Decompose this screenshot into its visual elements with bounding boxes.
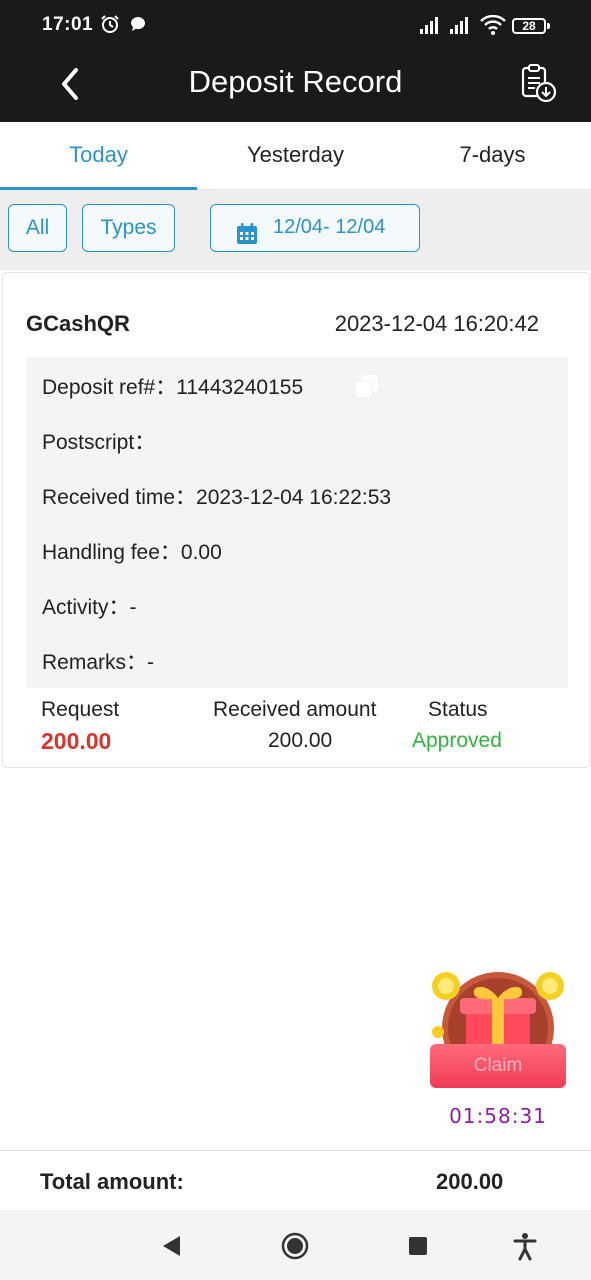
accessibility-icon bbox=[513, 1233, 537, 1261]
tab-today[interactable]: Today bbox=[0, 122, 197, 190]
filter-types-button[interactable]: Types bbox=[82, 204, 175, 252]
date-range-button[interactable]: 12/04- 12/04 bbox=[210, 204, 420, 252]
gift-claim-widget[interactable]: Claim 01:58:31 bbox=[426, 966, 570, 1136]
export-record-button[interactable] bbox=[516, 62, 560, 106]
claim-button[interactable]: Claim bbox=[430, 1044, 566, 1088]
total-value: 200.00 bbox=[436, 1169, 504, 1194]
status-time: 17:01 bbox=[42, 14, 94, 35]
deposit-record-card: GCashQR 2023-12-04 16:20:42 Deposit ref#… bbox=[2, 272, 590, 768]
tab-7-days[interactable]: 7-days bbox=[394, 122, 591, 189]
tab-yesterday[interactable]: Yesterday bbox=[197, 122, 394, 189]
battery-icon: 28 bbox=[512, 18, 550, 34]
nav-home-button[interactable] bbox=[279, 1230, 311, 1262]
nav-back-button[interactable] bbox=[156, 1230, 188, 1262]
chat-bubble-icon bbox=[128, 14, 148, 39]
nav-accessibility-button[interactable] bbox=[509, 1230, 541, 1262]
clipboard-download-icon bbox=[521, 64, 557, 103]
circle-home-icon bbox=[281, 1232, 309, 1260]
filter-bar: All Types 12/04- 12/04 bbox=[0, 190, 591, 270]
signal-2-icon bbox=[450, 16, 472, 34]
request-value: 200.00 bbox=[41, 728, 112, 754]
countdown-timer: 01:58:31 bbox=[449, 1104, 547, 1128]
triangle-back-icon bbox=[163, 1236, 180, 1256]
square-recents-icon bbox=[409, 1237, 427, 1255]
alarm-clock-icon bbox=[100, 14, 120, 39]
copy-icon[interactable] bbox=[352, 371, 382, 401]
payment-method: GCashQR bbox=[26, 311, 130, 336]
status-bar: 17:01 28 bbox=[0, 0, 591, 44]
page-title: Deposit Record bbox=[188, 64, 403, 99]
received-amount-label: Received amount bbox=[213, 698, 377, 721]
request-label: Request bbox=[41, 698, 120, 721]
app-header: Deposit Record bbox=[0, 44, 591, 122]
status-badge: Approved bbox=[412, 729, 502, 752]
created-time: 2023-12-04 16:20:42 bbox=[334, 311, 539, 336]
handling-fee: Handling fee：0.00 bbox=[42, 541, 222, 564]
record-details: Deposit ref#：11443240155 Postscript： Rec… bbox=[26, 357, 568, 688]
deposit-ref: Deposit ref#：11443240155 bbox=[42, 376, 304, 399]
status-label: Status bbox=[428, 698, 488, 721]
total-bar: Total amount: 200.00 bbox=[0, 1150, 591, 1210]
system-nav-bar bbox=[0, 1210, 591, 1280]
remarks: Remarks：- bbox=[42, 651, 155, 674]
nav-recents-button[interactable] bbox=[402, 1230, 434, 1262]
total-label: Total amount: bbox=[40, 1169, 184, 1194]
date-range-label: 12/04- 12/04 bbox=[273, 216, 386, 238]
wifi-icon bbox=[480, 14, 506, 40]
calendar-icon bbox=[235, 217, 259, 262]
received-amount-value: 200.00 bbox=[268, 729, 333, 752]
postscript: Postscript： bbox=[42, 431, 156, 454]
activity: Activity：- bbox=[42, 596, 137, 619]
filter-all-button[interactable]: All bbox=[8, 204, 67, 252]
signal-1-icon bbox=[420, 16, 442, 34]
date-tabs: Today Yesterday 7-days bbox=[0, 122, 591, 190]
received-time: Received time：2023-12-04 16:22:53 bbox=[42, 486, 392, 509]
